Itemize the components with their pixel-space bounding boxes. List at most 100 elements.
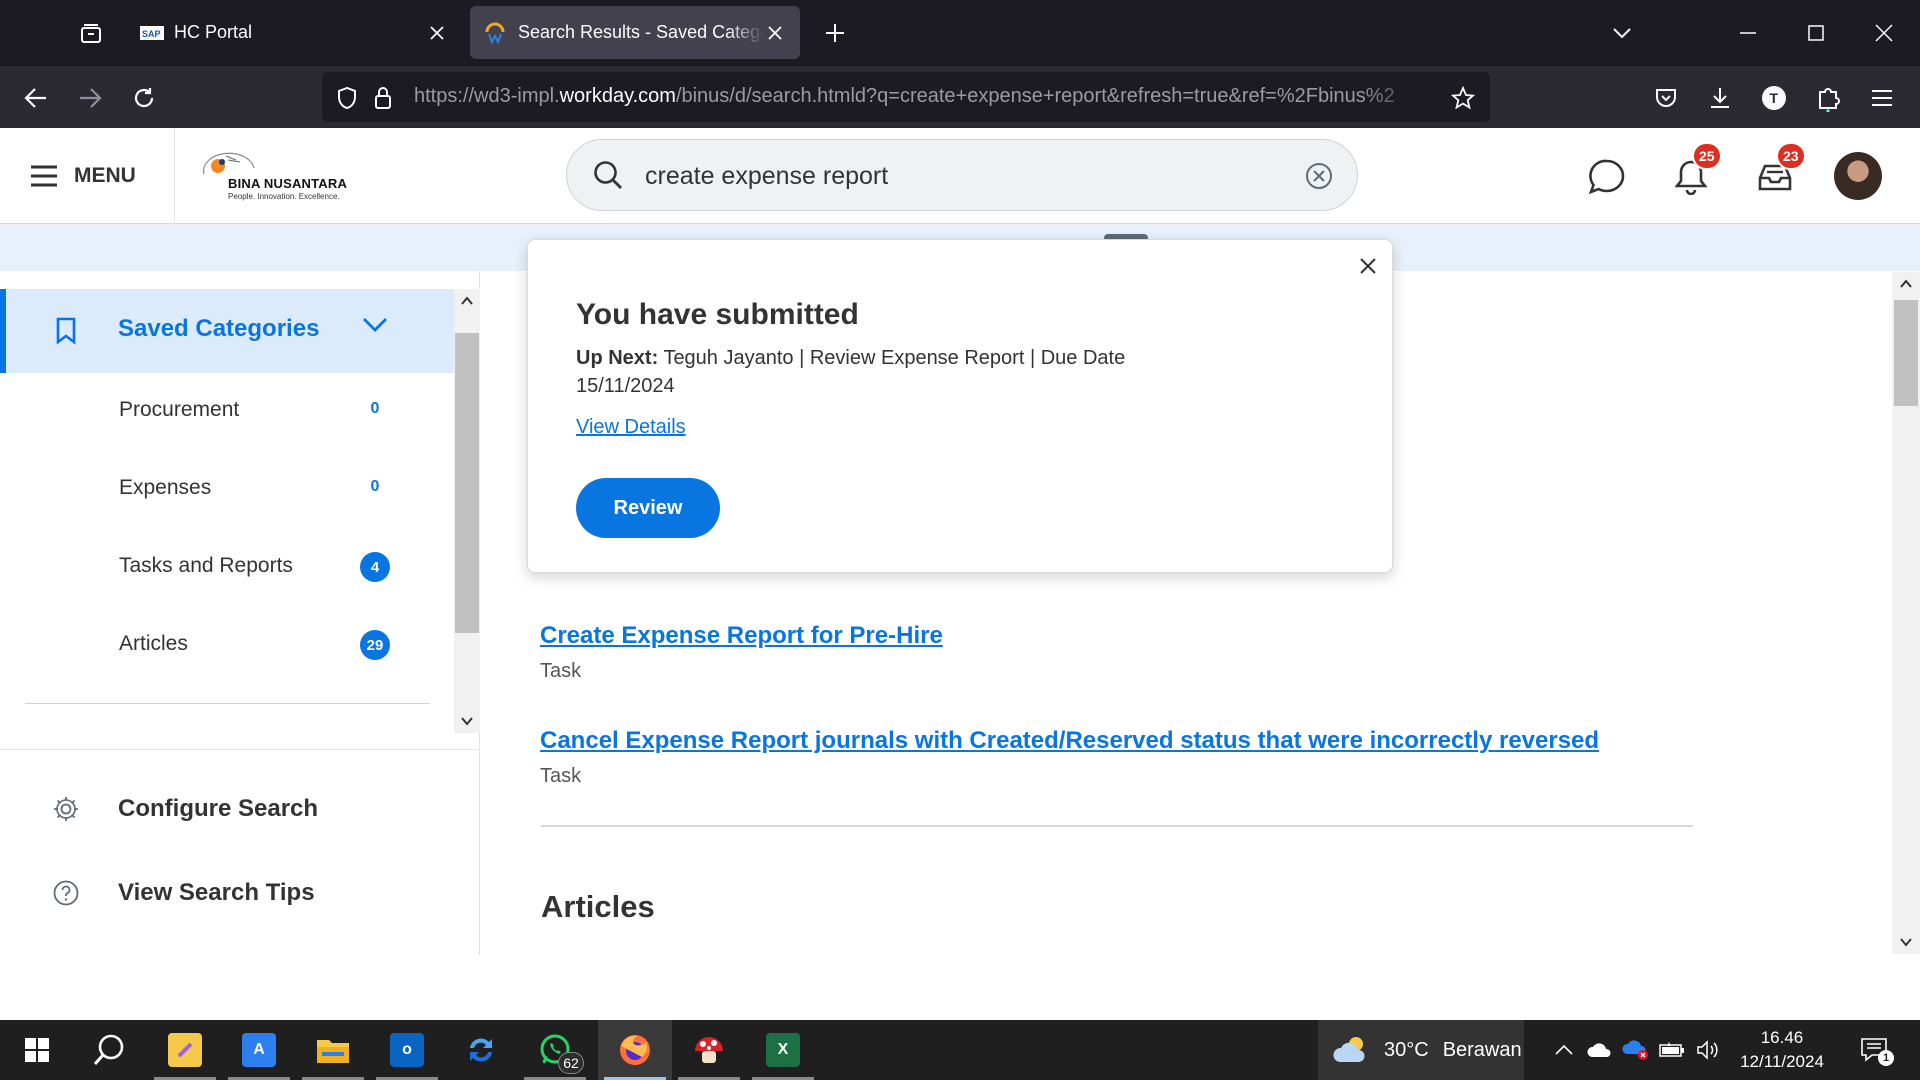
outlook-icon: o [390,1033,424,1067]
maximize-icon [1808,25,1824,41]
inbox-button[interactable]: 23 [1752,142,1806,200]
close-window-button[interactable] [1856,10,1912,56]
url-text[interactable]: https://wd3-impl.workday.com/binus/d/sea… [414,85,1424,108]
close-popup-button[interactable] [1356,254,1380,278]
battery-tray-icon[interactable] [1658,1038,1686,1062]
hamburger-icon [1872,90,1892,106]
clear-search-icon[interactable] [1305,162,1333,190]
search-result-link[interactable]: Cancel Expense Report journals with Crea… [540,727,1599,754]
category-label: Procurement [119,398,240,421]
taskbar-whatsapp[interactable]: 62 [518,1020,592,1080]
taskbar-firefox[interactable] [598,1020,672,1080]
show-hidden-icons-button[interactable] [1550,1038,1578,1062]
tab-title: Search Results - Saved Categories [518,22,764,42]
url-prefix: https://wd3-impl. [414,85,560,107]
start-button[interactable] [0,1020,74,1080]
list-all-tabs-button[interactable] [1604,16,1640,50]
maximize-button[interactable] [1788,10,1844,56]
downloads-button[interactable] [1700,78,1740,118]
taskbar-outlook[interactable]: o [370,1020,444,1080]
taskbar-excel[interactable]: X [746,1020,820,1080]
url-path: /binus/d/search.htmld?q=create+expense+r… [675,85,1395,107]
account-button[interactable]: T [1754,78,1794,118]
global-menu-button[interactable]: MENU [30,150,136,202]
view-details-link[interactable]: View Details [576,416,686,439]
close-icon [1360,258,1376,274]
action-center-button[interactable]: 1 [1856,1034,1894,1066]
onedrive-error-tray-icon[interactable] [1622,1038,1650,1062]
categories-scrollbar[interactable] [454,289,480,733]
scrollbar-thumb[interactable] [1894,300,1918,406]
scroll-down-arrow-icon[interactable] [1892,930,1920,954]
browser-tab-search-results[interactable]: Search Results - Saved Categories [470,6,800,59]
scroll-up-arrow-icon[interactable] [454,289,480,313]
taskbar-dictionary-app[interactable]: A [222,1020,296,1080]
inbox-badge: 23 [1776,142,1806,170]
search-result-link[interactable]: Create Expense Report for Pre-Hire [540,622,943,649]
global-search-box[interactable] [566,139,1358,211]
taskbar-sticky-notes[interactable] [148,1020,222,1080]
main-scrollbar[interactable] [1892,272,1920,954]
pocket-button[interactable] [1646,78,1686,118]
extensions-button[interactable] [1808,78,1848,118]
minimize-button[interactable] [1720,10,1776,56]
firefox-icon [620,1035,650,1065]
taskbar-search-button[interactable] [72,1020,146,1080]
close-tab-icon[interactable] [764,22,786,44]
reload-button[interactable] [124,78,164,118]
tracking-protection-shield-icon[interactable] [334,85,360,111]
tab-overview-icon [81,24,101,43]
new-tab-button[interactable] [818,16,852,50]
app-menu-button[interactable] [1862,78,1902,118]
reload-icon [134,88,154,108]
tab-overview-button[interactable] [66,14,116,54]
saved-categories-header[interactable]: Saved Categories [0,289,454,373]
windows-logo-icon [25,1038,49,1062]
close-icon [1875,24,1893,42]
category-procurement[interactable]: Procurement 0 [0,382,454,442]
weather-widget[interactable]: 30°C Berawan [1318,1020,1524,1080]
search-input[interactable] [645,156,1265,196]
category-expenses[interactable]: Expenses 0 [0,460,454,520]
search-icon [594,161,622,189]
chat-button[interactable] [1584,154,1630,200]
company-logo[interactable]: BINA NUSANTARA People. Innovation. Excel… [198,148,348,208]
taskbar-clock[interactable]: 16.46 12/11/2024 [1712,1026,1852,1074]
back-button[interactable] [16,78,56,118]
category-count-badge: 29 [360,630,390,660]
scroll-up-arrow-icon[interactable] [1892,272,1920,296]
review-button[interactable]: Review [576,478,720,538]
scrollbar-thumb[interactable] [455,333,479,633]
scroll-down-arrow-icon[interactable] [454,709,480,733]
category-label: Expenses [119,476,212,499]
excel-icon: X [766,1033,800,1067]
cloud-icon [1587,1043,1611,1057]
view-search-tips-button[interactable]: View Search Tips [0,865,480,921]
taskbar-sync-app[interactable] [444,1020,518,1080]
category-tasks-and-reports[interactable]: Tasks and Reports 4 [0,538,454,598]
chevron-down-icon[interactable] [362,317,388,333]
onedrive-tray-icon[interactable] [1586,1038,1614,1062]
forward-button[interactable] [70,78,110,118]
clock-time: 16.46 [1760,1028,1804,1047]
user-avatar[interactable] [1834,152,1882,200]
dictionary-app-icon: A [242,1033,276,1067]
bookmark-star-icon[interactable] [1450,85,1476,111]
address-bar[interactable]: https://wd3-impl.workday.com/binus/d/sea… [322,72,1490,122]
category-count: 0 [370,400,380,417]
category-articles[interactable]: Articles 29 [0,616,454,676]
browser-tab-hc-portal[interactable]: SAP HC Portal [126,6,462,59]
battery-icon [1659,1042,1684,1057]
taskbar-file-explorer[interactable] [296,1020,370,1080]
notifications-button[interactable]: 25 [1668,142,1722,200]
workday-header: MENU BINA NUSANTARA People. Innovation. … [0,128,1920,224]
close-tab-icon[interactable] [426,22,448,44]
lock-icon[interactable] [370,85,396,111]
configure-search-button[interactable]: Configure Search [0,781,480,837]
search-result-type: Task [540,765,582,787]
notification-count: 1 [1878,1050,1894,1066]
category-label: Tasks and Reports [119,554,293,577]
view-search-tips-label: View Search Tips [118,879,315,906]
taskbar-game-app[interactable] [672,1020,746,1080]
menu-label: MENU [74,164,136,187]
